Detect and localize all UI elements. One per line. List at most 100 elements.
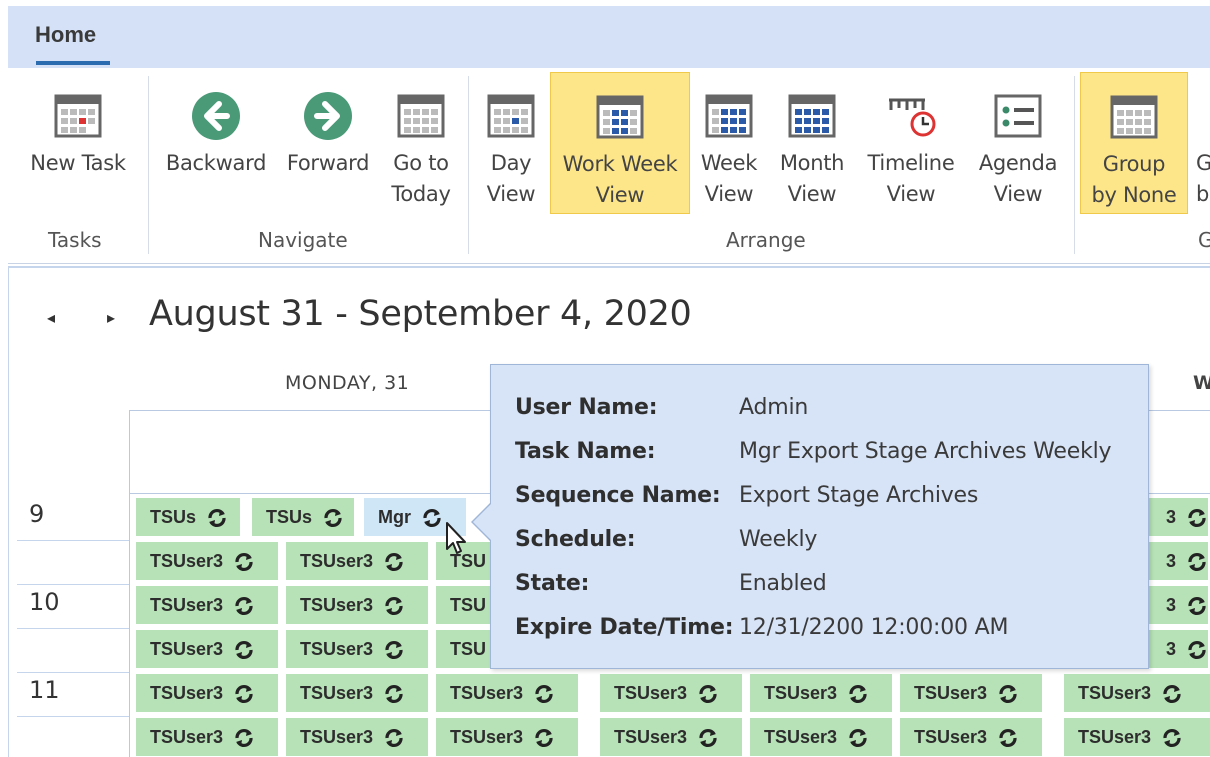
appointment[interactable]: TSUser3 — [430, 718, 578, 756]
sync-icon — [235, 597, 253, 616]
tooltip-row-sequence: Sequence Name: Export Stage Archives — [515, 483, 978, 508]
agenda-view-button[interactable]: Agenda View — [968, 72, 1068, 214]
appointment[interactable]: TSUser3 — [130, 718, 278, 756]
appointment-subject: TSUser3 — [450, 683, 524, 703]
appointment[interactable]: TSUser3 — [280, 718, 428, 756]
ribbon-separator — [468, 76, 469, 254]
appointment-subject: TSUser3 — [764, 727, 838, 747]
group-by-partial-button[interactable]: G b — [1192, 72, 1210, 214]
appointment[interactable]: TSUser3 — [594, 674, 742, 712]
tooltip-arrow-fill — [473, 503, 492, 541]
tooltip-key: Expire Date/Time: — [515, 615, 734, 640]
sync-icon — [849, 729, 867, 748]
forward-label: Forward — [286, 151, 370, 175]
appointment[interactable]: TSUser3 — [130, 542, 278, 580]
arrow-left-circle-icon — [192, 92, 240, 140]
tooltip-value: Enabled — [739, 571, 827, 596]
tooltip-value: Export Stage Archives — [739, 483, 979, 508]
appointment[interactable]: TSU — [430, 630, 490, 668]
month-view-button[interactable]: Month View — [770, 72, 854, 214]
work-week-view-button[interactable]: Work Week View — [550, 72, 690, 214]
tooltip-key: Task Name: — [515, 439, 656, 464]
appointment[interactable]: TSU — [430, 586, 490, 624]
group-by-none-button[interactable]: Group by None — [1080, 72, 1188, 214]
sync-icon — [385, 685, 403, 704]
appointment[interactable]: TSUs — [130, 498, 240, 536]
sync-icon — [1188, 553, 1206, 572]
appointment-subject: TSUser3 — [150, 727, 224, 747]
day-view-button[interactable]: Day View — [476, 72, 546, 214]
week-view-label: Week View — [700, 151, 758, 206]
calendar-new-icon — [54, 94, 102, 138]
appointment[interactable]: TSUs — [246, 498, 354, 536]
appointment-subject: TSUser3 — [300, 639, 374, 659]
day-header-monday[interactable]: MONDAY, 31 — [285, 372, 409, 394]
group-label-arrange: Arrange — [726, 228, 806, 252]
forward-button[interactable]: Forward — [278, 72, 378, 214]
hour-label-9: 9 — [29, 500, 45, 528]
appointment-subject: Mgr — [378, 507, 411, 527]
new-task-button[interactable]: New Task — [20, 72, 136, 214]
calendar-work-week-icon — [596, 95, 644, 139]
sync-icon — [849, 685, 867, 704]
appointment-subject: TSUser3 — [150, 595, 224, 615]
appointment[interactable]: TSUser3 — [130, 630, 278, 668]
appointment-subject: TSUser3 — [300, 551, 374, 571]
appointment-subject: TSUser3 — [914, 683, 988, 703]
date-range-title: August 31 - September 4, 2020 — [149, 294, 692, 334]
new-task-label: New Task — [30, 151, 126, 175]
appointment-subject: TSUser3 — [914, 727, 988, 747]
go-to-today-button[interactable]: Go to Today — [382, 72, 460, 214]
appointment-subject: TSUser3 — [150, 551, 224, 571]
appointment[interactable]: TSUser3 — [1058, 718, 1210, 756]
calendar-month-icon — [788, 94, 836, 138]
timeline-view-label: Timeline View — [867, 151, 955, 206]
appointment-subject: TSUser3 — [614, 683, 688, 703]
appointment[interactable]: TSUser3 — [280, 630, 428, 668]
next-period-button[interactable]: ▸ — [107, 308, 115, 328]
previous-period-button[interactable]: ◂ — [47, 308, 55, 328]
appointment[interactable]: TSUser3 — [130, 586, 278, 624]
appointment[interactable]: TSUser3 — [894, 718, 1042, 756]
appointment-subject: TSU — [450, 595, 486, 615]
appointment[interactable]: TSUser3 — [280, 586, 428, 624]
tooltip-row-state: State: Enabled — [515, 571, 827, 596]
tooltip-key: Schedule: — [515, 527, 636, 552]
hour-line — [17, 672, 129, 673]
tooltip-key: State: — [515, 571, 590, 596]
appointment[interactable]: TSUser3 — [280, 674, 428, 712]
day-view-label: Day View — [486, 151, 536, 206]
appointment[interactable]: TSUser3 — [594, 718, 742, 756]
ribbon-separator — [1074, 76, 1075, 254]
appointment[interactable]: TSUser3 — [280, 542, 428, 580]
appointment[interactable]: TSUser3 — [130, 674, 278, 712]
go-to-today-label: Go to Today — [391, 151, 451, 206]
sync-icon — [385, 553, 403, 572]
sync-icon — [699, 685, 717, 704]
appointment-subject: TSUser3 — [300, 595, 374, 615]
hour-label-10: 10 — [29, 588, 60, 616]
sync-icon — [1163, 685, 1181, 704]
timeline-view-button[interactable]: Timeline View — [860, 72, 962, 214]
appointment[interactable]: TSUser3 — [1058, 674, 1210, 712]
backward-button[interactable]: Backward — [158, 72, 274, 214]
appointment[interactable]: TSUser3 — [894, 674, 1042, 712]
week-view-button[interactable]: Week View — [694, 72, 764, 214]
appointment-subject: 3 — [1166, 507, 1177, 527]
sync-icon — [423, 509, 441, 528]
tab-home[interactable]: Home — [35, 22, 96, 48]
appointment[interactable]: TSUser3 — [744, 718, 892, 756]
tooltip-key: User Name: — [515, 395, 658, 420]
arrow-right-circle-icon — [304, 92, 352, 140]
appointment-subject: TSUser3 — [764, 683, 838, 703]
group-label-partial: G — [1198, 228, 1210, 252]
tooltip-value: Weekly — [739, 527, 818, 552]
sync-icon — [1188, 509, 1206, 528]
tooltip-value: 12/31/2200 12:00:00 AM — [739, 615, 1009, 640]
group-label-tasks: Tasks — [48, 228, 102, 252]
appointment[interactable]: TSUser3 — [744, 674, 892, 712]
appointment-subject: TSUser3 — [450, 727, 524, 747]
day-header-partial[interactable]: W — [1193, 372, 1210, 394]
appointment-subject: TSUs — [150, 507, 197, 527]
appointment[interactable]: TSUser3 — [430, 674, 578, 712]
